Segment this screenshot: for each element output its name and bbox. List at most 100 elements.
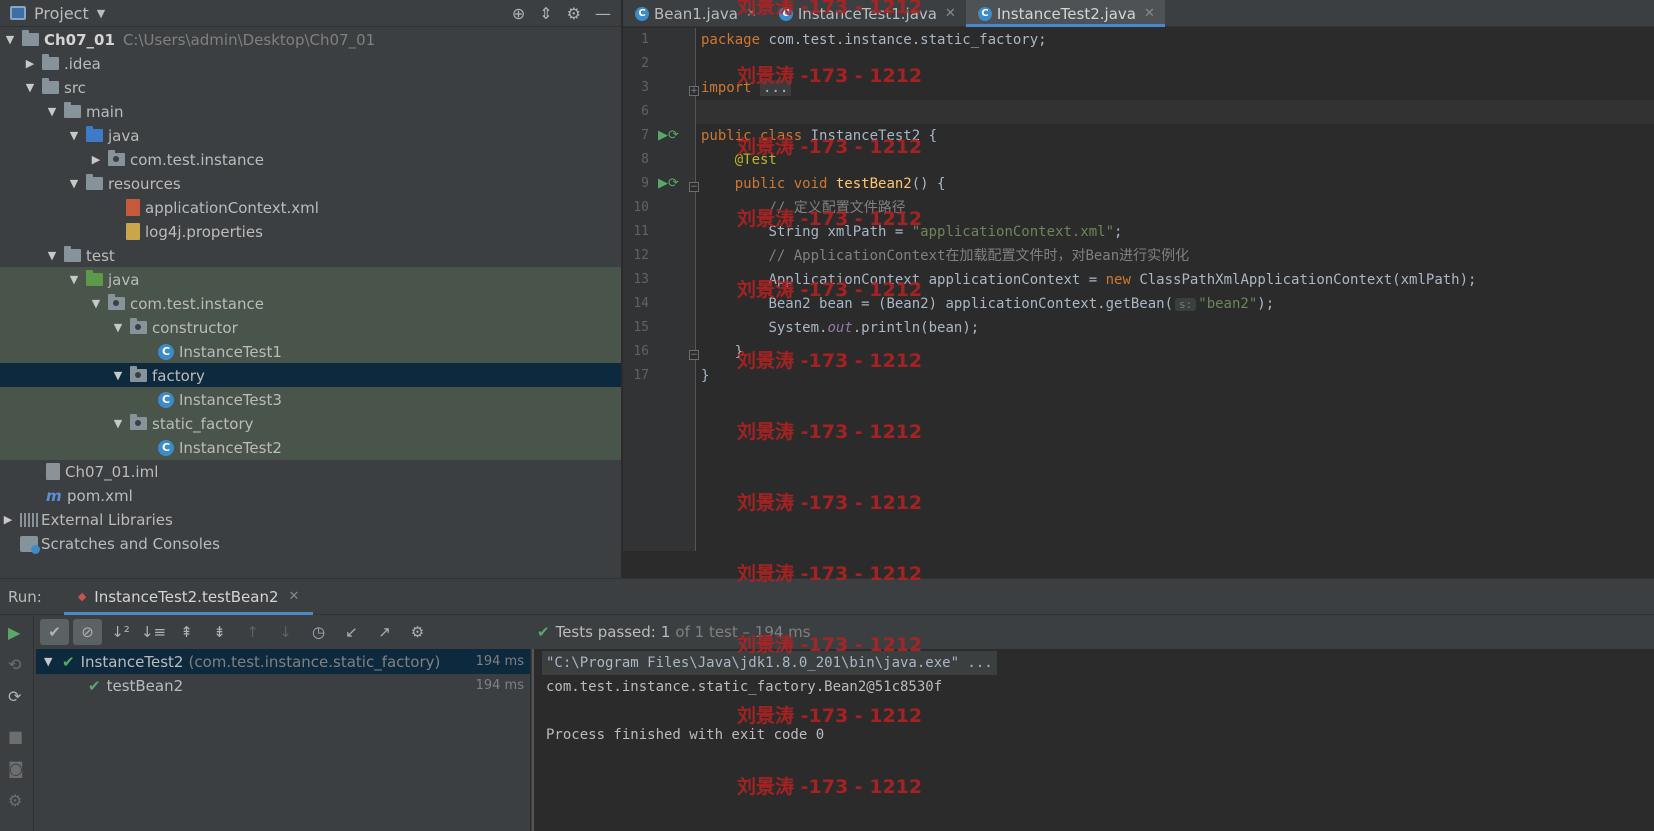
tree-item-scratches[interactable]: Scratches and Consoles [0,531,621,556]
code-line-17: } [701,368,710,384]
tree-item-main-java[interactable]: ▼ java [0,123,621,148]
tree-item-applicationcontext-xml[interactable]: applicationContext.xml [0,195,621,220]
run-test-icon[interactable]: ▶⟳ [658,176,679,191]
tree-item-test-java[interactable]: ▼ java [0,267,621,292]
tab-instancetest1-java[interactable]: C InstanceTest1.java ✕ [767,0,966,27]
test-history-icon[interactable]: ◷ [304,619,333,645]
module-file-icon [46,463,60,480]
chevron-down-icon[interactable]: ▼ [68,129,80,142]
tab-bean1-java[interactable]: C Bean1.java ✕ [623,0,767,27]
tree-item-pom-xml[interactable]: m pom.xml [0,483,621,508]
fold-collapse-icon[interactable]: − [689,182,699,192]
tree-item-log4j-properties[interactable]: log4j.properties [0,219,621,244]
camera-icon[interactable]: ◙ [8,759,24,778]
expand-all-icon[interactable]: ⇞ [172,619,201,645]
fold-collapse-icon[interactable]: − [689,350,699,360]
check-icon: ✔ [62,652,75,671]
sort-alphabetically-icon[interactable]: ↓² [106,619,135,645]
tree-item-instancetest3[interactable]: C InstanceTest3 [0,387,621,412]
code-line-8: @Test [734,152,777,168]
gear-icon[interactable]: ⚙ [567,4,581,23]
test-row-instancetest2[interactable]: ▼ ✔ InstanceTest2 (com.test.instance.sta… [36,649,530,674]
chevron-down-icon[interactable]: ▼ [4,33,16,46]
caret-row-highlight [696,100,1654,124]
gear-icon[interactable]: ⚙ [403,619,432,645]
chevron-right-icon[interactable]: ▶ [90,153,102,166]
collapse-all-icon[interactable]: ⇕ [539,4,552,23]
tree-item-test-package[interactable]: ▼ com.test.instance [0,291,621,316]
package-icon [130,366,147,382]
chevron-down-icon[interactable]: ▼ [112,321,124,334]
tree-item-instancetest1[interactable]: C InstanceTest1 [0,339,621,364]
line-number: 11 [633,224,649,239]
tree-item-idea[interactable]: ▶ .idea [0,51,621,76]
code-area[interactable]: 1 2 3 6 7 8 9 10 11 12 13 14 15 16 17 ▶⟳… [623,28,1654,551]
previous-test-icon[interactable]: ↑ [238,619,267,645]
locate-icon[interactable]: ⊕ [512,4,525,23]
stop-icon[interactable]: ■ [8,727,23,746]
toggle-auto-test-icon[interactable]: ⟳ [8,687,21,706]
tree-item-ch07-01[interactable]: ▼ Ch07_01 C:\Users\admin\Desktop\Ch07_01 [0,27,621,52]
chevron-right-icon[interactable]: ▶ [24,57,36,70]
close-icon[interactable]: ✕ [945,6,956,21]
chevron-down-icon[interactable]: ▼ [68,177,80,190]
check-icon: ✔ [88,676,101,695]
chevron-down-icon[interactable]: ▼ [112,369,124,382]
tree-item-src[interactable]: ▼ src [0,75,621,100]
chevron-down-icon[interactable]: ▼ [90,297,102,310]
rerun-failed-icon[interactable]: ⟲ [8,655,21,674]
chevron-down-icon[interactable]: ▼ [112,417,124,430]
class-icon: C [635,6,649,21]
minimize-icon[interactable]: — [595,4,611,23]
close-icon[interactable]: ✕ [746,6,757,21]
chevron-down-icon[interactable]: ▼ [97,7,105,20]
tree-item-constructor[interactable]: ▼ constructor [0,315,621,340]
line-number: 8 [641,152,649,167]
tree-item-external-libraries[interactable]: ▶ External Libraries [0,507,621,532]
project-panel-title[interactable]: Project [34,4,89,23]
chevron-right-icon[interactable]: ▶ [2,513,14,526]
chevron-down-icon[interactable]: ▼ [46,105,58,118]
tree-item-label: java [108,126,140,145]
close-icon[interactable]: ✕ [1144,6,1155,21]
settings-icon[interactable]: ⚙ [8,791,22,810]
console-output[interactable]: "C:\Program Files\Java\jdk1.8.0_201\bin\… [532,649,1654,831]
tree-item-label: InstanceTest1 [179,342,282,361]
tree-item-factory[interactable]: ▼ factory [0,363,621,388]
code-line-14: Bean2 bean = (Bean2) applicationContext.… [768,296,1275,312]
folded-imports[interactable]: ... [760,80,792,96]
collapse-all-icon[interactable]: ⇟ [205,619,234,645]
chevron-down-icon[interactable]: ▼ [24,81,36,94]
tree-item-main[interactable]: ▼ main [0,99,621,124]
tree-item-test[interactable]: ▼ test [0,243,621,268]
test-folder-icon [86,270,103,286]
line-number: 9 [641,176,649,191]
tree-item-main-package[interactable]: ▶ com.test.instance [0,147,621,172]
line-number: 15 [633,320,649,335]
close-icon[interactable]: ✕ [289,589,300,604]
line-number: 1 [641,32,649,47]
show-ignored-icon[interactable]: ⊘ [73,619,102,645]
console-line-command[interactable]: "C:\Program Files\Java\jdk1.8.0_201\bin\… [542,651,997,675]
folder-icon [42,78,59,94]
test-config-icon: ◆ [77,590,87,603]
tree-item-static-factory[interactable]: ▼ static_factory [0,411,621,436]
chevron-down-icon[interactable]: ▼ [68,273,80,286]
import-tests-icon[interactable]: ↙ [337,619,366,645]
fold-expand-icon[interactable]: + [689,86,699,96]
show-passed-icon[interactable]: ✔ [40,619,69,645]
run-tab[interactable]: ◆ InstanceTest2.testBean2 ✕ [63,579,314,615]
chevron-down-icon[interactable]: ▼ [44,655,56,668]
rerun-icon[interactable]: ▶ [8,623,20,642]
test-row-testbean2[interactable]: ✔ testBean2 194 ms [36,673,530,698]
sort-by-duration-icon[interactable]: ↓≡ [139,619,168,645]
tree-item-instancetest2[interactable]: C InstanceTest2 [0,435,621,460]
export-tests-icon[interactable]: ↗ [370,619,399,645]
tab-instancetest2-java[interactable]: C InstanceTest2.java ✕ [965,0,1165,27]
tree-item-iml[interactable]: Ch07_01.iml [0,459,621,484]
tree-item-resources[interactable]: ▼ resources [0,171,621,196]
next-test-icon[interactable]: ↓ [271,619,300,645]
source-folder-icon [86,126,103,142]
run-class-icon[interactable]: ▶⟳ [658,128,679,143]
chevron-down-icon[interactable]: ▼ [46,249,58,262]
